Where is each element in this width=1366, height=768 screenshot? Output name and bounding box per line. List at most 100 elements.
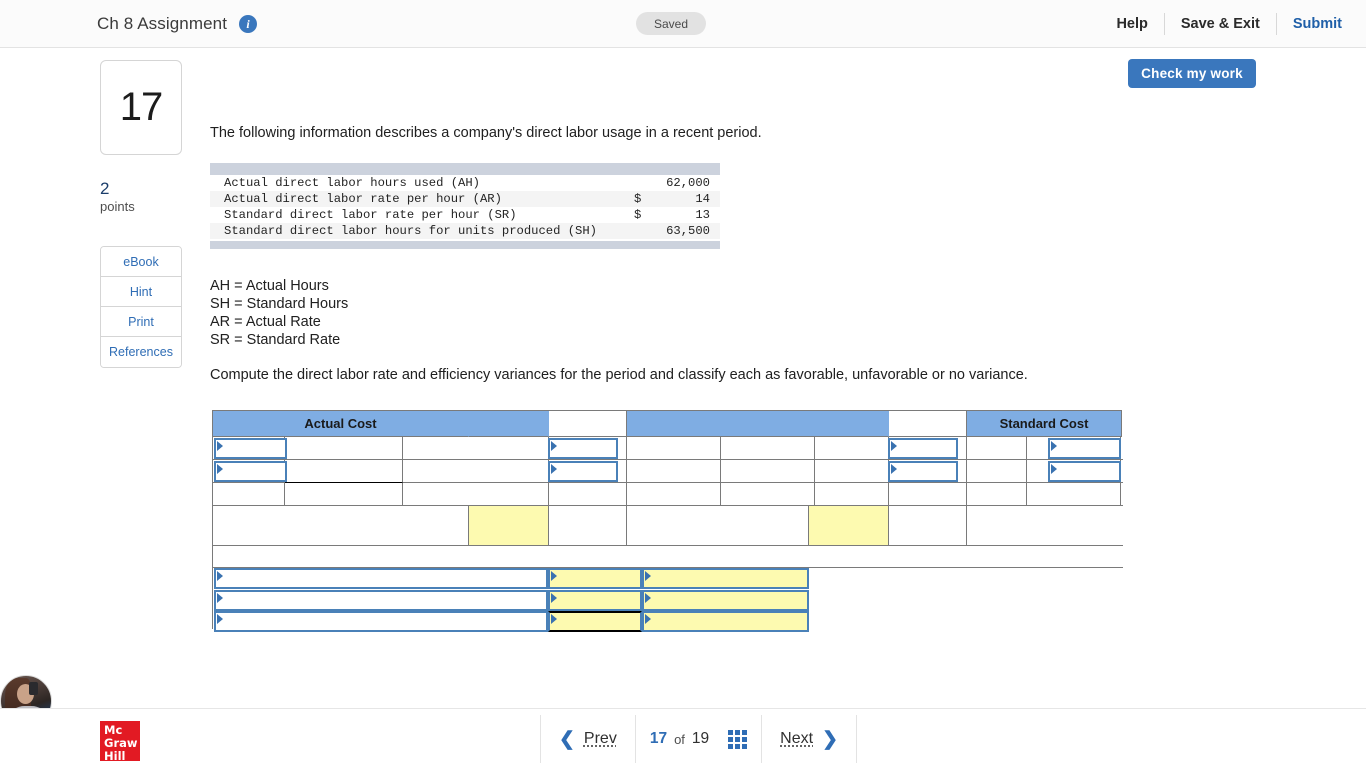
dropdown-r2-c4[interactable]: [1048, 461, 1121, 482]
grid-cell: [721, 483, 815, 506]
result-label-dropdown-2[interactable]: [214, 590, 548, 611]
grid-dot: [735, 743, 741, 749]
question-number: 17: [119, 85, 163, 129]
grid-divider-column-left: [549, 506, 627, 546]
ebook-button[interactable]: eBook: [101, 247, 181, 277]
tool-button-stack: eBook Hint Print References: [100, 246, 182, 368]
help-link[interactable]: Help: [1100, 16, 1163, 32]
dropdown-r2-c3[interactable]: [888, 461, 958, 482]
grid-cell: [403, 460, 549, 483]
grid-cell: [967, 460, 1027, 483]
print-button[interactable]: Print: [101, 307, 181, 337]
grid-cell: [967, 483, 1027, 506]
grid-dot: [728, 736, 734, 742]
result-value-input-3-focused[interactable]: [548, 611, 642, 632]
definitions-block: AH = Actual Hours SH = Standard Hours AR…: [210, 277, 348, 349]
fact-label: Actual direct labor rate per hour (AR): [224, 192, 502, 206]
next-button[interactable]: Next ❯: [762, 730, 856, 749]
result-value-input-2[interactable]: [548, 590, 642, 611]
column-header-middle: [627, 411, 889, 437]
grid-cell: [285, 437, 403, 460]
grid-divider-column-right: [889, 483, 967, 506]
table-row: Actual direct labor rate per hour (AR) $…: [210, 191, 720, 207]
assignment-title-group: Ch 8 Assignment i: [97, 13, 258, 34]
status-badge: Saved: [636, 12, 706, 35]
grid-divider-column-right-header: [889, 411, 967, 437]
header-actions: Help Save & Exit Submit: [1100, 0, 1342, 48]
grid-cell: [967, 437, 1027, 460]
definition-sr: SR = Standard Rate: [210, 332, 341, 348]
grid-dot: [728, 743, 734, 749]
grid-cell: [967, 506, 1123, 546]
prev-label: Prev: [583, 730, 617, 747]
grid-view-icon[interactable]: [728, 729, 748, 749]
of-label: of: [674, 731, 685, 747]
submit-link[interactable]: Submit: [1277, 16, 1342, 32]
grid-cell: [403, 483, 549, 506]
grid-dot: [742, 729, 748, 735]
definition-ah: AH = Actual Hours: [210, 278, 329, 294]
check-my-work-button[interactable]: Check my work: [1128, 59, 1256, 88]
result-classification-dropdown-2[interactable]: [642, 590, 809, 611]
question-intro-text: The following information describes a co…: [210, 125, 762, 141]
fact-label: Standard direct labor hours for units pr…: [224, 224, 597, 238]
points-label: points: [100, 199, 135, 214]
webcam-phone: [29, 682, 38, 695]
top-header-bar: Ch 8 Assignment i Saved Help Save & Exit…: [0, 0, 1366, 48]
grid-cell: [815, 460, 889, 483]
variance-input-left[interactable]: [469, 506, 549, 546]
grid-divider-column-left-header: [549, 411, 627, 437]
references-button[interactable]: References: [101, 337, 181, 367]
question-prompt-text: Compute the direct labor rate and effici…: [210, 367, 1028, 383]
variance-input-right[interactable]: [809, 506, 889, 546]
result-classification-dropdown-1[interactable]: [642, 568, 809, 589]
dropdown-r2-c2[interactable]: [548, 461, 618, 482]
grid-dot: [735, 736, 741, 742]
grid-cell: [721, 460, 815, 483]
pagination-nav: ❮ Prev 17 of 19 Next ❯: [540, 713, 857, 765]
dropdown-r1-c4[interactable]: [1048, 438, 1121, 459]
grid-cell: [1121, 483, 1123, 506]
table-row: Standard direct labor hours for units pr…: [210, 223, 720, 239]
given-data-table: Actual direct labor hours used (AH) 62,0…: [210, 163, 720, 249]
page-title: Ch 8 Assignment: [97, 13, 228, 33]
table-row: Standard direct labor rate per hour (SR)…: [210, 207, 720, 223]
grid-cell: [627, 460, 721, 483]
dropdown-r1-c1[interactable]: [214, 438, 287, 459]
dropdown-r1-c2[interactable]: [548, 438, 618, 459]
grid-dot: [742, 736, 748, 742]
result-classification-dropdown-3[interactable]: [642, 611, 809, 632]
result-value-input-1[interactable]: [548, 568, 642, 589]
dropdown-r1-c3[interactable]: [888, 438, 958, 459]
dropdown-r2-c1[interactable]: [214, 461, 287, 482]
fact-currency: $: [634, 192, 642, 206]
info-icon[interactable]: i: [239, 14, 258, 33]
prev-button[interactable]: ❮ Prev: [541, 730, 635, 749]
table-bottom-band: [210, 241, 720, 249]
column-header-standard-cost: Standard Cost: [967, 411, 1121, 437]
nav-divider-4: [856, 715, 857, 763]
fact-label: Actual direct labor hours used (AH): [224, 176, 480, 190]
chevron-right-icon: ❯: [822, 728, 838, 750]
fact-value: 63,500: [666, 224, 710, 238]
logo-line-3: Hill: [104, 749, 126, 763]
grid-cell-total-underline: [285, 460, 403, 483]
result-label-dropdown-3[interactable]: [214, 611, 548, 632]
points-value: 2: [100, 179, 110, 198]
column-header-actual-cost: Actual Cost: [213, 411, 469, 437]
grid-cell: [721, 437, 815, 460]
next-label: Next: [780, 730, 814, 747]
fact-currency: $: [634, 208, 642, 222]
definition-ar: AR = Actual Rate: [210, 314, 321, 330]
grid-cell: [403, 437, 549, 460]
grid-dot: [728, 729, 734, 735]
save-and-exit-link[interactable]: Save & Exit: [1165, 16, 1276, 32]
fact-value: 14: [695, 192, 710, 206]
grid-dot: [742, 743, 748, 749]
grid-cell: [627, 506, 809, 546]
result-label-dropdown-1[interactable]: [214, 568, 548, 589]
grid-spacer-row: [213, 546, 1123, 568]
current-page-number: 17: [649, 730, 668, 747]
grid-cell: [627, 437, 721, 460]
hint-button[interactable]: Hint: [101, 277, 181, 307]
